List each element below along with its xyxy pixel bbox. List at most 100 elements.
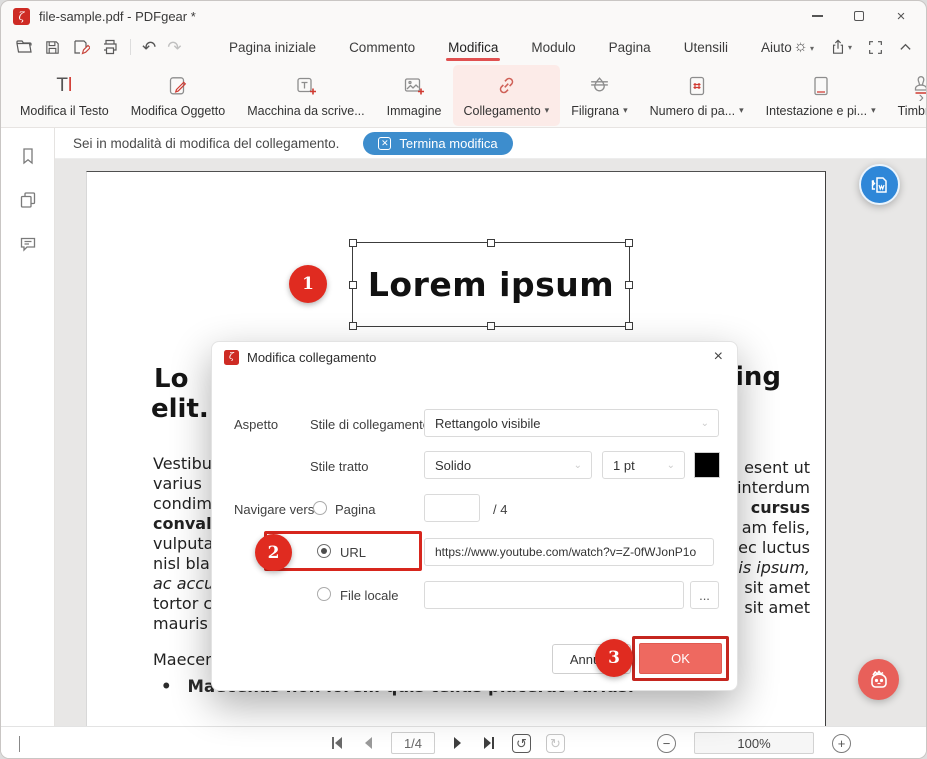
edit-text-icon: Tl	[56, 73, 72, 97]
page-indicator-input[interactable]: 1/4	[391, 732, 435, 754]
pdf-to-word-icon	[868, 173, 892, 197]
menu-pagina[interactable]: Pagina	[607, 35, 653, 60]
zoom-level-input[interactable]: 100%	[694, 732, 814, 754]
last-page-button[interactable]	[481, 735, 497, 751]
page-number-input[interactable]	[424, 494, 480, 522]
local-file-label: File locale	[340, 588, 399, 603]
chevron-down-icon: ▾	[623, 105, 628, 116]
ok-button[interactable]: OK	[639, 643, 722, 674]
share-button[interactable]: ▾	[830, 39, 852, 55]
save-as-button[interactable]	[72, 38, 90, 56]
pdf-heading: Lorem ipsum	[368, 265, 614, 304]
resize-handle[interactable]	[487, 322, 495, 330]
link-selection-box[interactable]: Lorem ipsum	[352, 242, 630, 327]
tool-edit-object[interactable]: Modifica Oggetto	[120, 65, 237, 126]
navigate-label: Navigare verso	[234, 502, 321, 517]
menu-bar: ↶ ↷ Pagina iniziale Commento Modifica Mo…	[1, 31, 926, 63]
pdf-text-fragment: Lo	[154, 364, 188, 394]
bullet-icon: •	[161, 677, 172, 696]
convert-to-word-button[interactable]	[859, 164, 900, 205]
zoom-controls: − 100% +	[657, 727, 851, 759]
comments-panel-button[interactable]	[18, 234, 38, 254]
chevron-down-icon: ▾	[848, 43, 852, 52]
edit-link-dialog: ζ Modifica collegamento × Aspetto Stile …	[211, 341, 738, 691]
undo-button[interactable]: ↶	[142, 39, 156, 56]
toolbar-divider	[130, 39, 131, 55]
step-2-badge: 2	[255, 534, 292, 571]
menu-aiuto[interactable]: Aiuto	[759, 35, 794, 60]
first-page-button[interactable]	[329, 735, 345, 751]
page-radio[interactable]	[313, 501, 327, 515]
stroke-width-select[interactable]: 1 pt ⌄	[602, 451, 685, 479]
previous-page-button[interactable]	[360, 735, 376, 751]
bookmarks-panel-button[interactable]	[18, 146, 38, 166]
menu-commento[interactable]: Commento	[347, 35, 417, 60]
fullscreen-button[interactable]	[868, 40, 883, 55]
menu-utensili[interactable]: Utensili	[682, 35, 730, 60]
next-page-button[interactable]	[450, 735, 466, 751]
print-button[interactable]	[101, 38, 119, 56]
close-button[interactable]: ×	[880, 1, 922, 31]
ai-assistant-button[interactable]	[858, 659, 899, 700]
edit-object-icon	[167, 73, 189, 97]
edit-ribbon: Tl Modifica il Testo Modifica Oggetto Ma…	[1, 63, 926, 128]
robot-icon	[866, 667, 892, 693]
local-file-input[interactable]	[424, 581, 684, 609]
maximize-button[interactable]	[838, 1, 880, 31]
maximize-icon	[854, 11, 864, 21]
chevron-down-icon: ▾	[871, 105, 876, 116]
resize-handle[interactable]	[349, 281, 357, 289]
menu-modifica[interactable]: Modifica	[446, 35, 500, 60]
link-style-select[interactable]: Rettangolo visibile ⌄	[424, 409, 719, 437]
dialog-title-bar: ζ Modifica collegamento	[212, 342, 737, 372]
zoom-in-button[interactable]: +	[832, 734, 851, 753]
stroke-style-label: Stile tratto	[310, 459, 369, 474]
resize-handle[interactable]	[625, 281, 633, 289]
chevron-down-icon: ⌄	[701, 418, 709, 429]
tool-header-footer[interactable]: Intestazione e pi... ▾	[755, 65, 887, 126]
browse-button[interactable]: ...	[690, 581, 719, 609]
tool-watermark[interactable]: Filigrana▾	[560, 65, 638, 126]
url-input[interactable]: https://www.youtube.com/watch?v=Z-0fWJon…	[424, 538, 714, 566]
zoom-out-button[interactable]: −	[657, 734, 676, 753]
collapse-panel-button[interactable]	[19, 736, 20, 751]
watermark-icon	[588, 73, 611, 97]
page-total-label: / 4	[493, 502, 507, 517]
edit-mode-message: Sei in modalità di modifica del collegam…	[73, 136, 339, 151]
link-icon	[495, 73, 518, 97]
minimize-button[interactable]	[796, 1, 838, 31]
status-bar: 1/4 ↺ ↻ − 100% +	[1, 726, 926, 758]
chevron-down-icon: ▾	[739, 105, 744, 116]
tool-label: Collegamento	[464, 104, 541, 118]
tool-image[interactable]: Immagine	[376, 65, 453, 126]
resize-handle[interactable]	[349, 322, 357, 330]
tool-link[interactable]: Collegamento▾	[453, 65, 561, 126]
ribbon-scroll-right-button[interactable]: ›	[919, 89, 924, 107]
resize-handle[interactable]	[349, 239, 357, 247]
menu-pagina-iniziale[interactable]: Pagina iniziale	[227, 35, 318, 60]
tool-page-number[interactable]: Numero di pa...▾	[639, 65, 755, 126]
end-edit-button[interactable]: ✕ Termina modifica	[363, 132, 512, 155]
save-button[interactable]	[44, 39, 61, 56]
stroke-style-select[interactable]: Solido ⌄	[424, 451, 592, 479]
menu-modulo[interactable]: Modulo	[529, 35, 577, 60]
next-view-button[interactable]: ↻	[546, 734, 565, 753]
previous-view-button[interactable]: ↺	[512, 734, 531, 753]
open-file-button[interactable]	[15, 38, 33, 56]
tool-label: Immagine	[387, 104, 442, 118]
minimize-icon	[812, 15, 823, 16]
tool-label: Intestazione e pi...	[766, 104, 867, 118]
theme-button[interactable]: ☼▾	[793, 39, 814, 55]
stroke-color-swatch[interactable]	[694, 452, 720, 478]
redo-button[interactable]: ↷	[167, 39, 181, 56]
typewriter-icon	[295, 73, 317, 97]
resize-handle[interactable]	[487, 239, 495, 247]
pages-panel-button[interactable]	[18, 190, 38, 210]
tool-edit-text[interactable]: Tl Modifica il Testo	[9, 65, 120, 126]
resize-handle[interactable]	[625, 322, 633, 330]
local-file-radio[interactable]	[317, 587, 331, 601]
collapse-ribbon-button[interactable]	[899, 41, 912, 54]
tool-typewriter[interactable]: Macchina da scrive...	[236, 65, 375, 126]
resize-handle[interactable]	[625, 239, 633, 247]
dialog-close-button[interactable]: ×	[714, 348, 723, 366]
